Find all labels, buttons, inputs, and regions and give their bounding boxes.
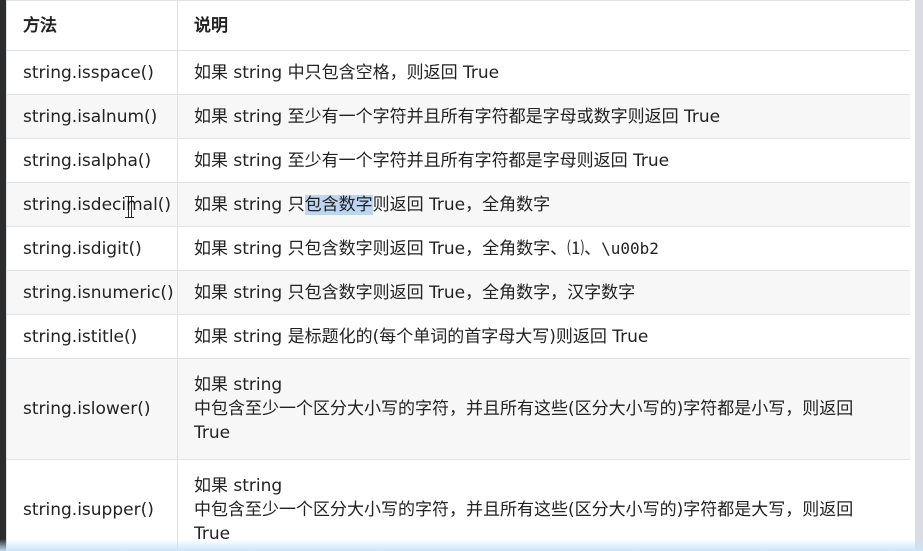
description-line: 中包含至少一个区分大小写的字符，并且所有这些(区分大小写的)字符都是小写，则返回 — [194, 399, 854, 419]
method-cell: string.isdigit() — [6, 226, 178, 271]
description-line: 如果 string — [194, 375, 283, 395]
method-cell: string.istitle() — [6, 314, 178, 359]
text-selection-highlight[interactable]: 包含数字 — [304, 194, 373, 215]
method-cell: string.isupper() — [6, 459, 178, 551]
string-methods-table-container: 方法 说明 string.isspace() 如果 string 中只包含空格，… — [6, 0, 910, 551]
bottom-edge-overlay — [0, 539, 923, 551]
table-row: string.isalpha() 如果 string 至少有一个字符并且所有字符… — [6, 138, 910, 183]
table-row: string.islower() 如果 string 中包含至少一个区分大小写的… — [6, 358, 910, 460]
table-row: string.isspace() 如果 string 中只包含空格，则返回 Tr… — [6, 50, 910, 95]
description-text: 如果 string 只包含数字则返回 True，全角数字、⑴、 — [194, 238, 602, 259]
table-row: string.isnumeric() 如果 string 只包含数字则返回 Tr… — [6, 270, 910, 315]
description-line: 中包含至少一个区分大小写的字符，并且所有这些(区分大小写的)字符都是大写，则返回 — [194, 500, 854, 520]
description-cell: 如果 string 至少有一个字符并且所有字符都是字母或数字则返回 True — [177, 94, 910, 139]
description-line: 如果 string — [194, 476, 283, 496]
method-cell: string.isalnum() — [6, 94, 178, 139]
description-cell: 如果 string 是标题化的(每个单词的首字母大写)则返回 True — [177, 314, 910, 359]
header-method: 方法 — [6, 0, 178, 51]
method-cell: string.isdecimal() — [6, 182, 178, 227]
description-cell: 如果 string 只包含数字则返回 True，全角数字、⑴、\u00b2 — [177, 226, 910, 271]
table-row: string.isdecimal() 如果 string 只包含数字则返回 Tr… — [6, 182, 910, 227]
table-header-row: 方法 说明 — [6, 0, 910, 51]
description-cell: 如果 string 中包含至少一个区分大小写的字符，并且所有这些(区分大小写的)… — [177, 358, 910, 460]
scrollbar-track[interactable] — [915, 0, 923, 551]
method-cell: string.isnumeric() — [6, 270, 178, 315]
method-cell: string.islower() — [6, 358, 178, 460]
description-cell: 如果 string 只包含数字则返回 True，全角数字，汉字数字 — [177, 270, 910, 315]
description-cell: 如果 string 只包含数字则返回 True，全角数字 — [177, 182, 910, 227]
description-line: True — [194, 423, 231, 443]
table-row: string.isupper() 如果 string 中包含至少一个区分大小写的… — [6, 459, 910, 551]
table-row: string.isdigit() 如果 string 只包含数字则返回 True… — [6, 226, 910, 271]
table-row: string.istitle() 如果 string 是标题化的(每个单词的首字… — [6, 314, 910, 359]
description-cell: 如果 string 中包含至少一个区分大小写的字符，并且所有这些(区分大小写的)… — [177, 459, 910, 551]
method-cell: string.isalpha() — [6, 138, 178, 183]
description-text: 如果 string 只 — [194, 194, 305, 215]
description-cell: 如果 string 中只包含空格，则返回 True — [177, 50, 910, 95]
header-description: 说明 — [177, 0, 910, 51]
string-methods-table: 方法 说明 string.isspace() 如果 string 中只包含空格，… — [6, 0, 910, 551]
description-text: 则返回 True，全角数字 — [372, 194, 551, 215]
text-cursor-icon — [125, 196, 134, 218]
table-row: string.isalnum() 如果 string 至少有一个字符并且所有字符… — [6, 94, 910, 139]
method-cell: string.isspace() — [6, 50, 178, 95]
inline-code: \u00b2 — [601, 238, 659, 258]
description-cell: 如果 string 至少有一个字符并且所有字符都是字母则返回 True — [177, 138, 910, 183]
